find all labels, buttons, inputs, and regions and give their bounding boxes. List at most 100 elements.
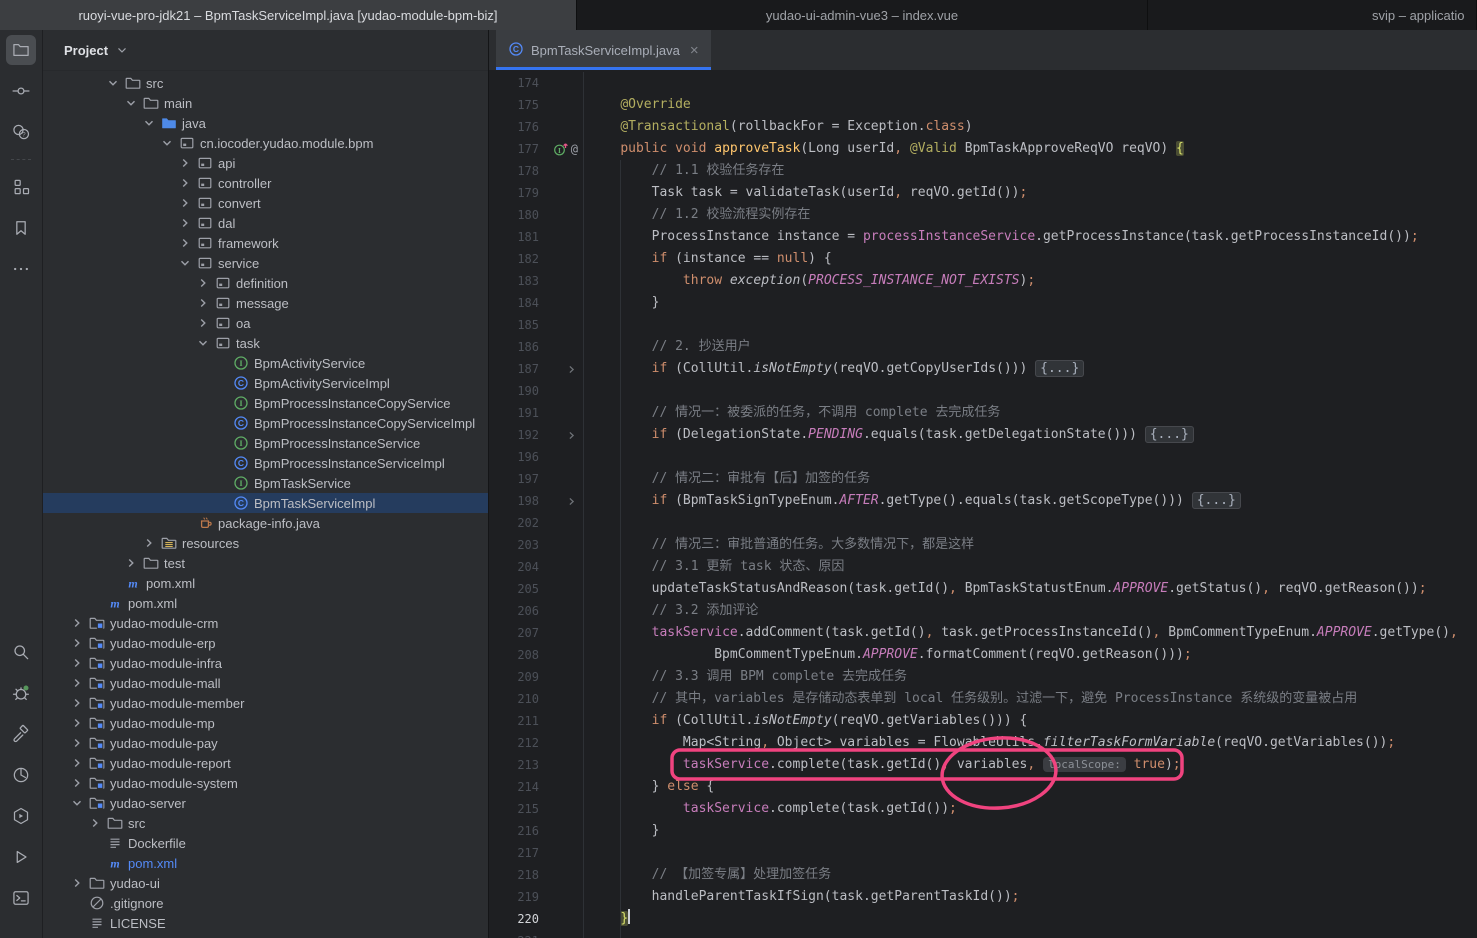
tree-item[interactable]: IBpmProcessInstanceService bbox=[43, 433, 488, 453]
line-number[interactable]: 185 bbox=[489, 314, 539, 336]
terminal-icon[interactable] bbox=[6, 883, 36, 913]
tree-item[interactable]: mpom.xml bbox=[43, 573, 488, 593]
tree-item[interactable]: Dockerfile bbox=[43, 833, 488, 853]
tree-item[interactable]: yudao-module-mall bbox=[43, 673, 488, 693]
chevron-down-icon[interactable] bbox=[67, 795, 87, 811]
pull-requests-icon[interactable]: ? bbox=[6, 117, 36, 147]
line-number[interactable]: 190 bbox=[489, 380, 539, 402]
tree-item[interactable]: yudao-module-infra bbox=[43, 653, 488, 673]
tree-item[interactable]: IBpmProcessInstanceCopyService bbox=[43, 393, 488, 413]
chevron-right-icon[interactable] bbox=[67, 875, 87, 891]
tree-item[interactable]: main bbox=[43, 93, 488, 113]
code-text[interactable]: throw exception(PROCESS_INSTANCE_NOT_EXI… bbox=[583, 270, 1477, 292]
code-text[interactable]: } bbox=[583, 292, 1477, 314]
code-line[interactable]: 220 } bbox=[489, 908, 1477, 930]
line-number[interactable]: 177 bbox=[489, 138, 539, 160]
chevron-right-icon[interactable] bbox=[193, 295, 213, 311]
tree-item[interactable]: .gitignore bbox=[43, 893, 488, 913]
commit-icon[interactable] bbox=[6, 76, 36, 106]
code-text[interactable]: handleParentTaskIfSign(task.getParentTas… bbox=[583, 886, 1477, 908]
code-text[interactable] bbox=[583, 842, 1477, 864]
line-number[interactable]: 219 bbox=[489, 886, 539, 908]
code-line[interactable]: 178 // 1.1 校验任务存在 bbox=[489, 160, 1477, 182]
chevron-right-icon[interactable] bbox=[139, 535, 159, 551]
tree-item[interactable]: CBpmProcessInstanceCopyServiceImpl bbox=[43, 413, 488, 433]
line-number[interactable]: 198 bbox=[489, 490, 539, 512]
code-line[interactable]: 216 } bbox=[489, 820, 1477, 842]
tree-item[interactable]: convert bbox=[43, 193, 488, 213]
code-text[interactable]: taskService.complete(task.getId()); bbox=[583, 798, 1477, 820]
line-number[interactable]: 213 bbox=[489, 754, 539, 776]
line-number[interactable]: 204 bbox=[489, 556, 539, 578]
code-text[interactable] bbox=[583, 446, 1477, 468]
code-line[interactable]: 176 @Transactional(rollbackFor = Excepti… bbox=[489, 116, 1477, 138]
profiler-icon[interactable] bbox=[6, 760, 36, 790]
line-number[interactable]: 176 bbox=[489, 116, 539, 138]
code-text[interactable]: if (BpmTaskSignTypeEnum.AFTER.getType().… bbox=[583, 490, 1477, 512]
folded-region[interactable]: {...} bbox=[1192, 492, 1241, 509]
code-text[interactable]: if (CollUtil.isNotEmpty(reqVO.getCopyUse… bbox=[583, 358, 1477, 380]
line-number[interactable]: 179 bbox=[489, 182, 539, 204]
code-editor[interactable]: 174175 @Override176 @Transactional(rollb… bbox=[489, 70, 1477, 938]
editor-tab[interactable]: C BpmTaskServiceImpl.java × bbox=[496, 30, 711, 70]
code-text[interactable]: // 1.1 校验任务存在 bbox=[583, 160, 1477, 182]
chevron-right-icon[interactable] bbox=[67, 675, 87, 691]
line-number[interactable]: 186 bbox=[489, 336, 539, 358]
code-line[interactable]: 203 // 情况三：审批普通的任务。大多数情况下，都是这样 bbox=[489, 534, 1477, 556]
code-line[interactable]: 205 updateTaskStatusAndReason(task.getId… bbox=[489, 578, 1477, 600]
chevron-right-icon[interactable] bbox=[67, 635, 87, 651]
project-icon[interactable] bbox=[6, 35, 36, 65]
tree-item[interactable]: mpom.xml bbox=[43, 853, 488, 873]
line-number[interactable]: 216 bbox=[489, 820, 539, 842]
code-line[interactable]: 207 taskService.addComment(task.getId(),… bbox=[489, 622, 1477, 644]
close-icon[interactable]: × bbox=[690, 43, 699, 58]
code-line[interactable]: 190 bbox=[489, 380, 1477, 402]
tree-item[interactable]: definition bbox=[43, 273, 488, 293]
tree-item[interactable]: controller bbox=[43, 173, 488, 193]
fold-marker-icon[interactable] bbox=[539, 358, 583, 380]
services-icon[interactable] bbox=[6, 801, 36, 831]
code-text[interactable] bbox=[583, 512, 1477, 534]
tree-item[interactable]: yudao-module-member bbox=[43, 693, 488, 713]
code-line[interactable]: 208 BpmCommentTypeEnum.APPROVE.formatCom… bbox=[489, 644, 1477, 666]
tree-item[interactable]: yudao-module-erp bbox=[43, 633, 488, 653]
line-number[interactable]: 206 bbox=[489, 600, 539, 622]
chevron-right-icon[interactable] bbox=[193, 315, 213, 331]
code-line[interactable]: 192 if (DelegationState.PENDING.equals(t… bbox=[489, 424, 1477, 446]
line-number[interactable]: 183 bbox=[489, 270, 539, 292]
line-number[interactable]: 191 bbox=[489, 402, 539, 424]
line-number[interactable]: 207 bbox=[489, 622, 539, 644]
code-line[interactable]: 187 if (CollUtil.isNotEmpty(reqVO.getCop… bbox=[489, 358, 1477, 380]
build-icon[interactable] bbox=[6, 719, 36, 749]
search-icon[interactable] bbox=[6, 637, 36, 667]
code-text[interactable]: Map<String, Object> variables = Flowable… bbox=[583, 732, 1477, 754]
line-number[interactable]: 203 bbox=[489, 534, 539, 556]
code-text[interactable]: if (CollUtil.isNotEmpty(reqVO.getVariabl… bbox=[583, 710, 1477, 732]
code-text[interactable] bbox=[583, 314, 1477, 336]
tree-item[interactable]: CBpmTaskServiceImpl bbox=[43, 493, 488, 513]
line-number[interactable]: 184 bbox=[489, 292, 539, 314]
code-line[interactable]: 218 // 【加签专属】处理加签任务 bbox=[489, 864, 1477, 886]
code-text[interactable]: Task task = validateTask(userId, reqVO.g… bbox=[583, 182, 1477, 204]
line-number[interactable]: 175 bbox=[489, 94, 539, 116]
code-line[interactable]: 179 Task task = validateTask(userId, req… bbox=[489, 182, 1477, 204]
line-number[interactable]: 212 bbox=[489, 732, 539, 754]
code-text[interactable]: // 情况三：审批普通的任务。大多数情况下，都是这样 bbox=[583, 534, 1477, 556]
code-line[interactable]: 177I@ public void approveTask(Long userI… bbox=[489, 138, 1477, 160]
line-number[interactable]: 192 bbox=[489, 424, 539, 446]
tree-item[interactable]: cn.iocoder.yudao.module.bpm bbox=[43, 133, 488, 153]
tree-item[interactable]: oa bbox=[43, 313, 488, 333]
code-text[interactable]: // 3.3 调用 BPM complete 去完成任务 bbox=[583, 666, 1477, 688]
code-line[interactable]: 186 // 2. 抄送用户 bbox=[489, 336, 1477, 358]
tree-item[interactable]: {lombok.config bbox=[43, 933, 488, 938]
line-number[interactable]: 214 bbox=[489, 776, 539, 798]
code-text[interactable]: public void approveTask(Long userId, @Va… bbox=[583, 138, 1477, 160]
tree-item[interactable]: framework bbox=[43, 233, 488, 253]
chevron-down-icon[interactable] bbox=[157, 135, 177, 151]
tree-item[interactable]: yudao-module-system bbox=[43, 773, 488, 793]
window-tab[interactable]: yudao-ui-admin-vue3 – index.vue bbox=[577, 0, 1148, 30]
structure-icon[interactable] bbox=[6, 172, 36, 202]
code-line[interactable]: 197 // 情况二：审批有【后】加签的任务 bbox=[489, 468, 1477, 490]
fold-marker-icon[interactable] bbox=[539, 490, 583, 512]
line-number[interactable]: 205 bbox=[489, 578, 539, 600]
